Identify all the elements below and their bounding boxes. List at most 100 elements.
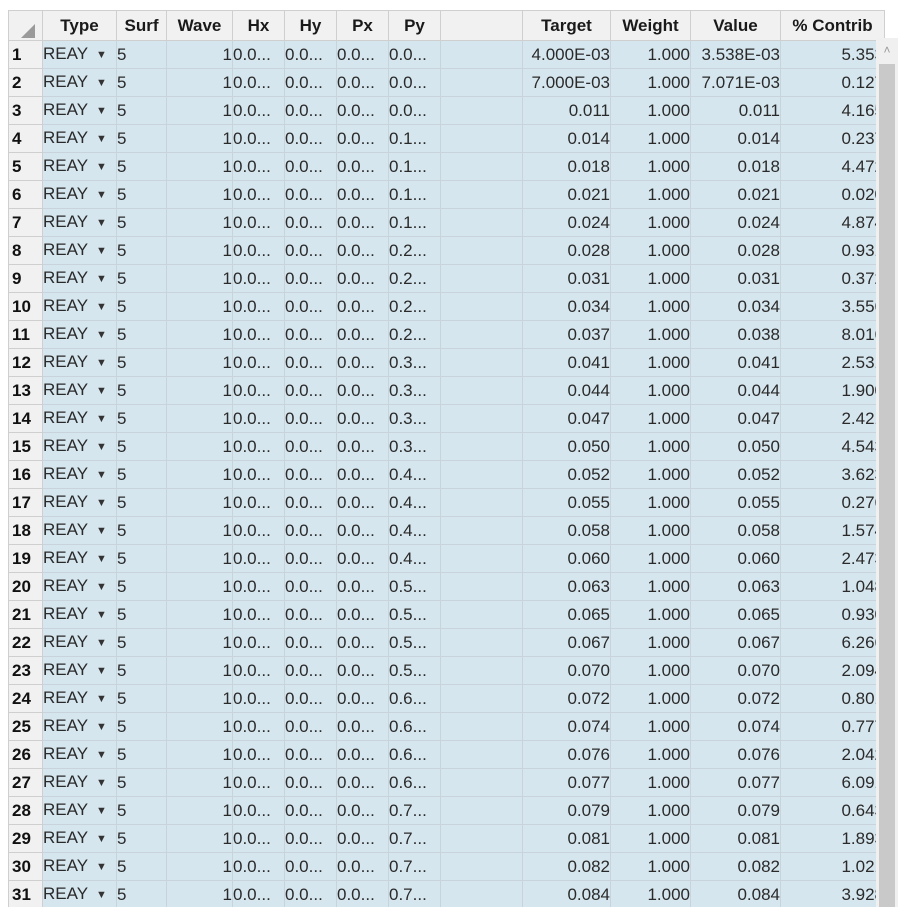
- contrib-cell[interactable]: 0.777: [780, 712, 885, 741]
- wave-cell[interactable]: 1: [166, 572, 233, 601]
- hx-cell[interactable]: 0.0...: [232, 432, 285, 461]
- weight-cell[interactable]: 1.000: [610, 516, 691, 545]
- table-row[interactable]: 14 REAY ▼ 5 1 0.0... 0.0... 0.0... 0.3... 0.047 1.…: [8, 404, 885, 433]
- table-row[interactable]: 9 REAY ▼ 5 1 0.0... 0.0... 0.0... 0.2... 0.031 1.0…: [8, 264, 885, 293]
- py-cell[interactable]: 0.1...: [388, 180, 441, 209]
- target-cell[interactable]: 0.082: [522, 852, 611, 881]
- value-cell[interactable]: 0.076: [690, 740, 781, 769]
- target-cell[interactable]: 0.060: [522, 544, 611, 573]
- weight-cell[interactable]: 1.000: [610, 292, 691, 321]
- target-cell[interactable]: 0.052: [522, 460, 611, 489]
- table-row[interactable]: 10 REAY ▼ 5 1 0.0... 0.0... 0.0... 0.2... 0.034 1.…: [8, 292, 885, 321]
- hy-cell[interactable]: 0.0...: [284, 404, 337, 433]
- hy-cell[interactable]: 0.0...: [284, 516, 337, 545]
- row-number[interactable]: 16: [8, 460, 43, 489]
- value-cell[interactable]: 0.044: [690, 376, 781, 405]
- dropdown-arrow-icon[interactable]: ▼: [96, 98, 107, 124]
- blank-cell[interactable]: [440, 68, 523, 97]
- px-cell[interactable]: 0.0...: [336, 208, 389, 237]
- table-row[interactable]: 5 REAY ▼ 5 1 0.0... 0.0... 0.0... 0.1... 0.018 1.0…: [8, 152, 885, 181]
- py-cell[interactable]: 0.2...: [388, 292, 441, 321]
- hy-cell[interactable]: 0.0...: [284, 572, 337, 601]
- type-cell[interactable]: REAY ▼: [42, 656, 117, 685]
- value-cell[interactable]: 0.034: [690, 292, 781, 321]
- hx-cell[interactable]: 0.0...: [232, 460, 285, 489]
- py-cell[interactable]: 0.3...: [388, 404, 441, 433]
- type-cell[interactable]: REAY ▼: [42, 628, 117, 657]
- surf-cell[interactable]: 5: [116, 180, 167, 209]
- select-all-corner[interactable]: [8, 10, 43, 41]
- wave-cell[interactable]: 1: [166, 516, 233, 545]
- row-number[interactable]: 11: [8, 320, 43, 349]
- px-cell[interactable]: 0.0...: [336, 628, 389, 657]
- px-cell[interactable]: 0.0...: [336, 852, 389, 881]
- row-number[interactable]: 17: [8, 488, 43, 517]
- hx-cell[interactable]: 0.0...: [232, 208, 285, 237]
- table-row[interactable]: 27 REAY ▼ 5 1 0.0... 0.0... 0.0... 0.6... 0.077 1.…: [8, 768, 885, 797]
- column-header-surf[interactable]: Surf: [116, 10, 167, 41]
- blank-cell[interactable]: [440, 236, 523, 265]
- px-cell[interactable]: 0.0...: [336, 544, 389, 573]
- type-cell[interactable]: REAY ▼: [42, 460, 117, 489]
- surf-cell[interactable]: 5: [116, 152, 167, 181]
- surf-cell[interactable]: 5: [116, 684, 167, 713]
- weight-cell[interactable]: 1.000: [610, 348, 691, 377]
- row-number[interactable]: 12: [8, 348, 43, 377]
- px-cell[interactable]: 0.0...: [336, 880, 389, 907]
- contrib-cell[interactable]: 1.574: [780, 516, 885, 545]
- wave-cell[interactable]: 1: [166, 124, 233, 153]
- weight-cell[interactable]: 1.000: [610, 684, 691, 713]
- type-cell[interactable]: REAY ▼: [42, 712, 117, 741]
- dropdown-arrow-icon[interactable]: ▼: [96, 70, 107, 96]
- weight-cell[interactable]: 1.000: [610, 404, 691, 433]
- target-cell[interactable]: 0.072: [522, 684, 611, 713]
- target-cell[interactable]: 0.044: [522, 376, 611, 405]
- hx-cell[interactable]: 0.0...: [232, 292, 285, 321]
- value-cell[interactable]: 0.018: [690, 152, 781, 181]
- row-number[interactable]: 22: [8, 628, 43, 657]
- surf-cell[interactable]: 5: [116, 208, 167, 237]
- table-row[interactable]: 17 REAY ▼ 5 1 0.0... 0.0... 0.0... 0.4... 0.055 1.…: [8, 488, 885, 517]
- value-cell[interactable]: 0.063: [690, 572, 781, 601]
- value-cell[interactable]: 0.072: [690, 684, 781, 713]
- blank-cell[interactable]: [440, 376, 523, 405]
- contrib-cell[interactable]: 0.643: [780, 796, 885, 825]
- type-cell[interactable]: REAY ▼: [42, 404, 117, 433]
- target-cell[interactable]: 0.079: [522, 796, 611, 825]
- dropdown-arrow-icon[interactable]: ▼: [96, 658, 107, 684]
- contrib-cell[interactable]: 1.900: [780, 376, 885, 405]
- dropdown-arrow-icon[interactable]: ▼: [96, 462, 107, 488]
- dropdown-arrow-icon[interactable]: ▼: [96, 126, 107, 152]
- surf-cell[interactable]: 5: [116, 292, 167, 321]
- value-cell[interactable]: 0.079: [690, 796, 781, 825]
- hx-cell[interactable]: 0.0...: [232, 152, 285, 181]
- wave-cell[interactable]: 1: [166, 488, 233, 517]
- type-cell[interactable]: REAY ▼: [42, 544, 117, 573]
- py-cell[interactable]: 0.5...: [388, 572, 441, 601]
- blank-cell[interactable]: [440, 600, 523, 629]
- blank-cell[interactable]: [440, 516, 523, 545]
- hx-cell[interactable]: 0.0...: [232, 824, 285, 853]
- hy-cell[interactable]: 0.0...: [284, 824, 337, 853]
- row-number[interactable]: 10: [8, 292, 43, 321]
- py-cell[interactable]: 0.6...: [388, 768, 441, 797]
- target-cell[interactable]: 0.028: [522, 236, 611, 265]
- row-number[interactable]: 4: [8, 124, 43, 153]
- blank-cell[interactable]: [440, 264, 523, 293]
- contrib-cell[interactable]: 8.016: [780, 320, 885, 349]
- py-cell[interactable]: 0.2...: [388, 264, 441, 293]
- dropdown-arrow-icon[interactable]: ▼: [96, 826, 107, 852]
- blank-cell[interactable]: [440, 208, 523, 237]
- column-header-weight[interactable]: Weight: [610, 10, 691, 41]
- surf-cell[interactable]: 5: [116, 852, 167, 881]
- blank-cell[interactable]: [440, 880, 523, 907]
- surf-cell[interactable]: 5: [116, 124, 167, 153]
- target-cell[interactable]: 0.055: [522, 488, 611, 517]
- table-row[interactable]: 26 REAY ▼ 5 1 0.0... 0.0... 0.0... 0.6... 0.076 1.…: [8, 740, 885, 769]
- row-number[interactable]: 3: [8, 96, 43, 125]
- table-row[interactable]: 6 REAY ▼ 5 1 0.0... 0.0... 0.0... 0.1... 0.021 1.0…: [8, 180, 885, 209]
- type-cell[interactable]: REAY ▼: [42, 96, 117, 125]
- px-cell[interactable]: 0.0...: [336, 572, 389, 601]
- hx-cell[interactable]: 0.0...: [232, 488, 285, 517]
- py-cell[interactable]: 0.5...: [388, 600, 441, 629]
